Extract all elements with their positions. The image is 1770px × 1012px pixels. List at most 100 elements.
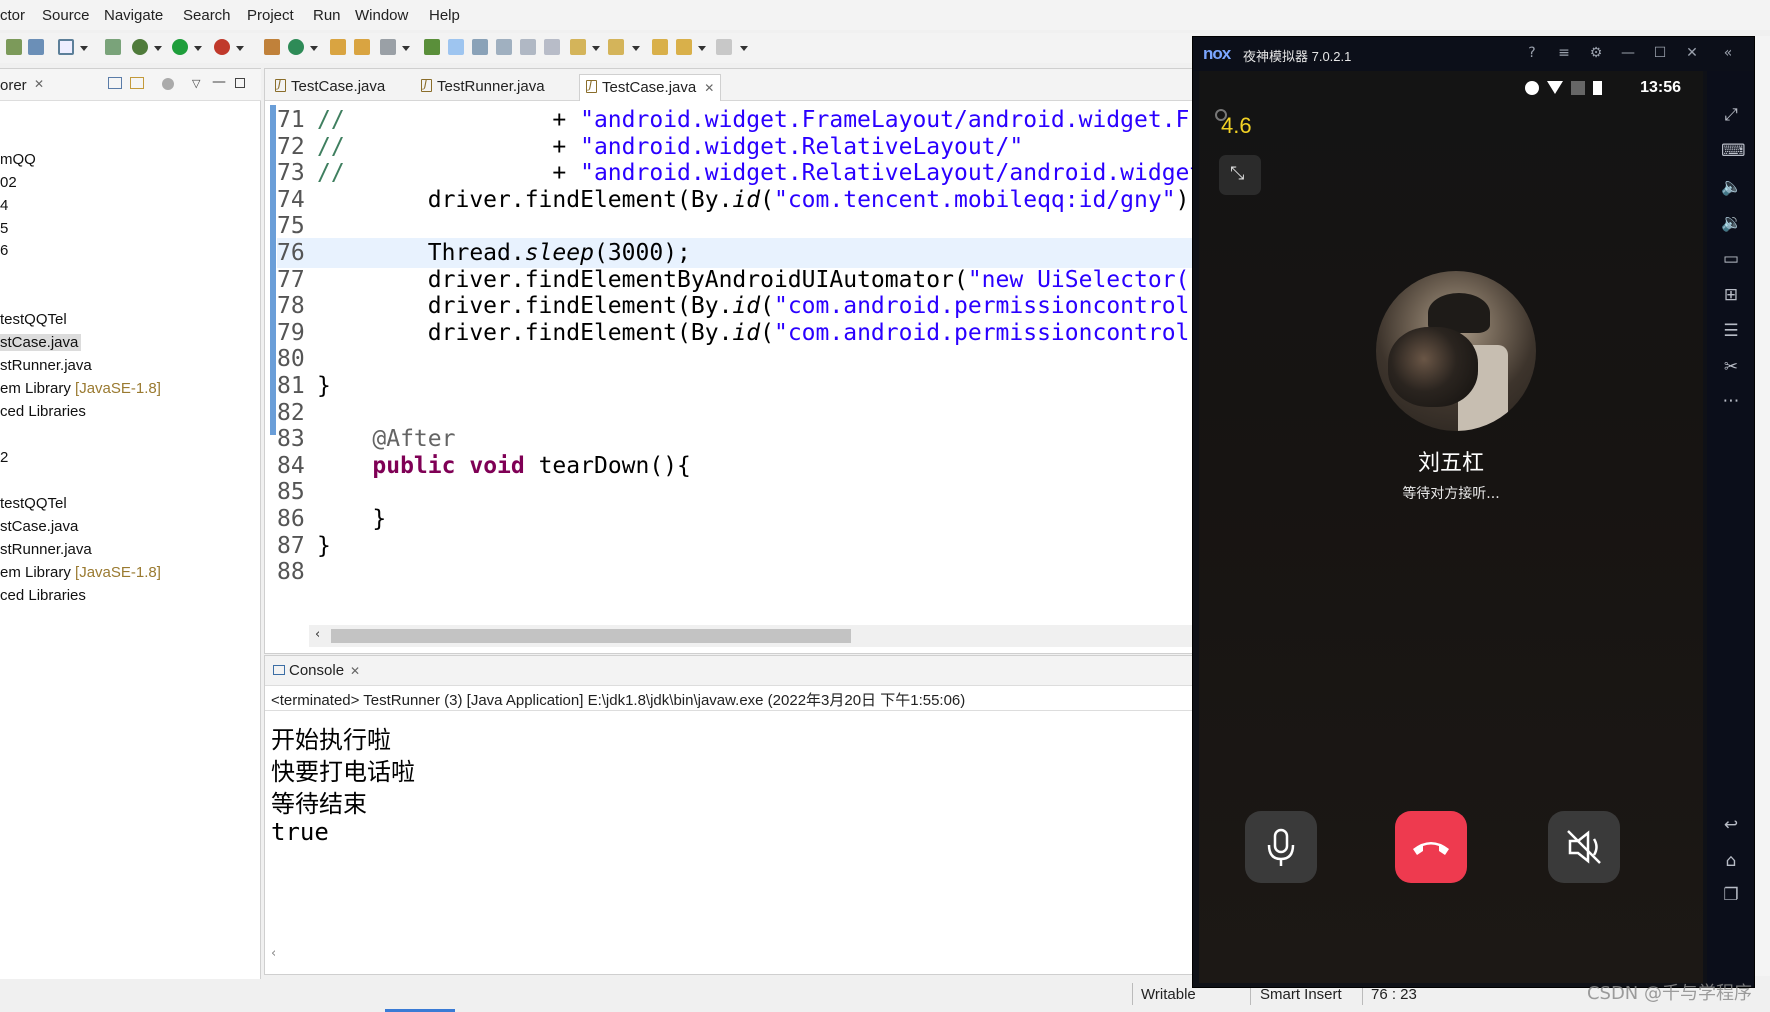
code-line[interactable]: 84 public void tearDown(){: [277, 451, 1193, 481]
chevron-down-icon[interactable]: [632, 46, 640, 51]
show-whitespace-icon[interactable]: [520, 39, 536, 55]
maximize-icon[interactable]: [235, 78, 245, 88]
code-line[interactable]: 87}: [277, 531, 1193, 561]
code-line[interactable]: 79 driver.findElement(By.id("com.android…: [277, 318, 1193, 348]
fullscreen-icon[interactable]: ⤢: [1721, 105, 1741, 125]
close-icon[interactable]: ✕: [34, 77, 44, 91]
paragraph-icon[interactable]: [544, 39, 560, 55]
run-icon[interactable]: [172, 39, 188, 55]
tree-item[interactable]: 5: [0, 220, 8, 237]
code-line[interactable]: 80: [277, 344, 1193, 374]
chevron-down-icon[interactable]: [310, 46, 318, 51]
code-line[interactable]: 74 driver.findElement(By.id("com.tencent…: [277, 185, 1193, 215]
word-wrap-icon[interactable]: [496, 39, 512, 55]
code-line[interactable]: 86 }: [277, 504, 1193, 534]
code-line[interactable]: 88: [277, 557, 1193, 587]
mute-mic-button[interactable]: [1245, 811, 1317, 883]
chevron-down-icon[interactable]: [236, 46, 244, 51]
volume-down-icon[interactable]: 🔉: [1721, 213, 1742, 233]
chevron-down-icon[interactable]: [402, 46, 410, 51]
scroll-left-icon[interactable]: ‹: [271, 946, 276, 961]
menu-help[interactable]: Help: [429, 7, 460, 24]
keyboard-icon[interactable]: ⌨: [1721, 141, 1746, 161]
menu-window[interactable]: Window: [355, 7, 408, 24]
tree-item[interactable]: ced Libraries: [0, 587, 86, 604]
code-line[interactable]: 81}: [277, 371, 1193, 401]
chevron-down-icon[interactable]: [592, 46, 600, 51]
android-screen[interactable]: 13:56 4.6 ⤡ 刘五杠 等待对方接听...: [1199, 71, 1703, 983]
block-selection-icon[interactable]: [472, 39, 488, 55]
scissors-icon[interactable]: ✂: [1721, 357, 1741, 377]
code-line[interactable]: 77 driver.findElementByAndroidUIAutomato…: [277, 265, 1193, 295]
code-line[interactable]: 72 // + "android.widget.RelativeLayout/": [277, 132, 1193, 162]
volume-up-icon[interactable]: 🔈: [1721, 177, 1742, 197]
new-package-icon[interactable]: [264, 39, 280, 55]
highlight-icon[interactable]: [448, 39, 464, 55]
chevron-down-icon[interactable]: [194, 46, 202, 51]
save-icon[interactable]: [6, 39, 22, 55]
tree-item[interactable]: 6: [0, 242, 8, 259]
collapse-sidebar-icon[interactable]: «: [1719, 45, 1737, 61]
search-icon[interactable]: [380, 39, 396, 55]
minimize-icon[interactable]: —: [212, 74, 226, 90]
save-all-icon[interactable]: [28, 39, 44, 55]
code-line[interactable]: 83 @After: [277, 424, 1193, 454]
code-line[interactable]: 76 Thread.sleep(3000);: [277, 238, 1193, 268]
scroll-left-icon[interactable]: ‹: [315, 627, 320, 642]
close-icon[interactable]: ✕: [350, 664, 360, 678]
menu-search[interactable]: Search: [183, 7, 231, 24]
tree-item[interactable]: testQQTel: [0, 495, 67, 512]
close-icon[interactable]: ✕: [1683, 45, 1701, 61]
code-line[interactable]: 73 // + "android.widget.RelativeLayout/an…: [277, 158, 1193, 188]
code-line[interactable]: 71 // + "android.widget.FrameLayout/andro…: [277, 105, 1193, 135]
menu-run[interactable]: Run: [313, 7, 341, 24]
back-icon[interactable]: ↩: [1721, 815, 1741, 835]
forward-icon[interactable]: [716, 39, 732, 55]
tree-item[interactable]: 2: [0, 449, 8, 466]
chevron-down-icon[interactable]: [698, 46, 706, 51]
menu-project[interactable]: Project: [247, 7, 294, 24]
tree-item[interactable]: stRunner.java: [0, 357, 92, 374]
tree-item[interactable]: ced Libraries: [0, 403, 86, 420]
code-line[interactable]: 85: [277, 477, 1193, 507]
tree-item[interactable]: 02: [0, 174, 17, 191]
multi-instance-icon[interactable]: ☰: [1721, 321, 1741, 341]
back-icon[interactable]: [676, 39, 692, 55]
add-apk-icon[interactable]: ⊞: [1721, 285, 1741, 305]
external-tools-icon[interactable]: [214, 39, 230, 55]
open-folder-icon[interactable]: [354, 39, 370, 55]
speaker-off-button[interactable]: [1548, 811, 1620, 883]
screen-icon[interactable]: ▭: [1721, 249, 1741, 269]
filter-icon[interactable]: [162, 78, 174, 90]
tree-item-selected[interactable]: stCase.java: [0, 334, 82, 351]
previous-annotation-icon[interactable]: [608, 39, 624, 55]
tab-console[interactable]: Console ✕: [273, 662, 360, 679]
open-type-icon[interactable]: [330, 39, 346, 55]
debug-icon[interactable]: [132, 39, 148, 55]
menu-editor[interactable]: ctor: [0, 7, 25, 24]
tree-item[interactable]: testQQTel: [0, 311, 67, 328]
menu-navigate[interactable]: Navigate: [104, 7, 163, 24]
tab-testcase-active[interactable]: TestCase.java✕: [579, 74, 722, 101]
help-icon[interactable]: ?: [1523, 45, 1541, 61]
home-icon[interactable]: ⌂: [1721, 851, 1741, 871]
link-with-editor-icon[interactable]: [130, 77, 144, 89]
recent-apps-icon[interactable]: ❐: [1721, 885, 1741, 905]
more-icon[interactable]: ⋯: [1721, 391, 1741, 411]
new-java-class-icon[interactable]: [288, 39, 304, 55]
code-line[interactable]: 75: [277, 211, 1193, 241]
tab-testcase[interactable]: TestCase.java: [269, 74, 391, 101]
checklist-icon[interactable]: [58, 39, 74, 55]
code-editor[interactable]: TestCase.java TestRunner.java TestCase.j…: [264, 68, 1194, 654]
minimize-icon[interactable]: —: [1619, 45, 1637, 61]
next-annotation-icon[interactable]: [570, 39, 586, 55]
code-line[interactable]: 82: [277, 398, 1193, 428]
tree-item[interactable]: em Library [JavaSE-1.8]: [0, 564, 161, 581]
last-edit-icon[interactable]: [652, 39, 668, 55]
minimize-call-button[interactable]: ⤡: [1219, 155, 1261, 195]
close-icon[interactable]: ✕: [704, 81, 714, 95]
chevron-down-icon[interactable]: [740, 46, 748, 51]
new-class-icon[interactable]: [105, 39, 121, 55]
hang-up-button[interactable]: [1395, 811, 1467, 883]
tree-item[interactable]: em Library [JavaSE-1.8]: [0, 380, 161, 397]
